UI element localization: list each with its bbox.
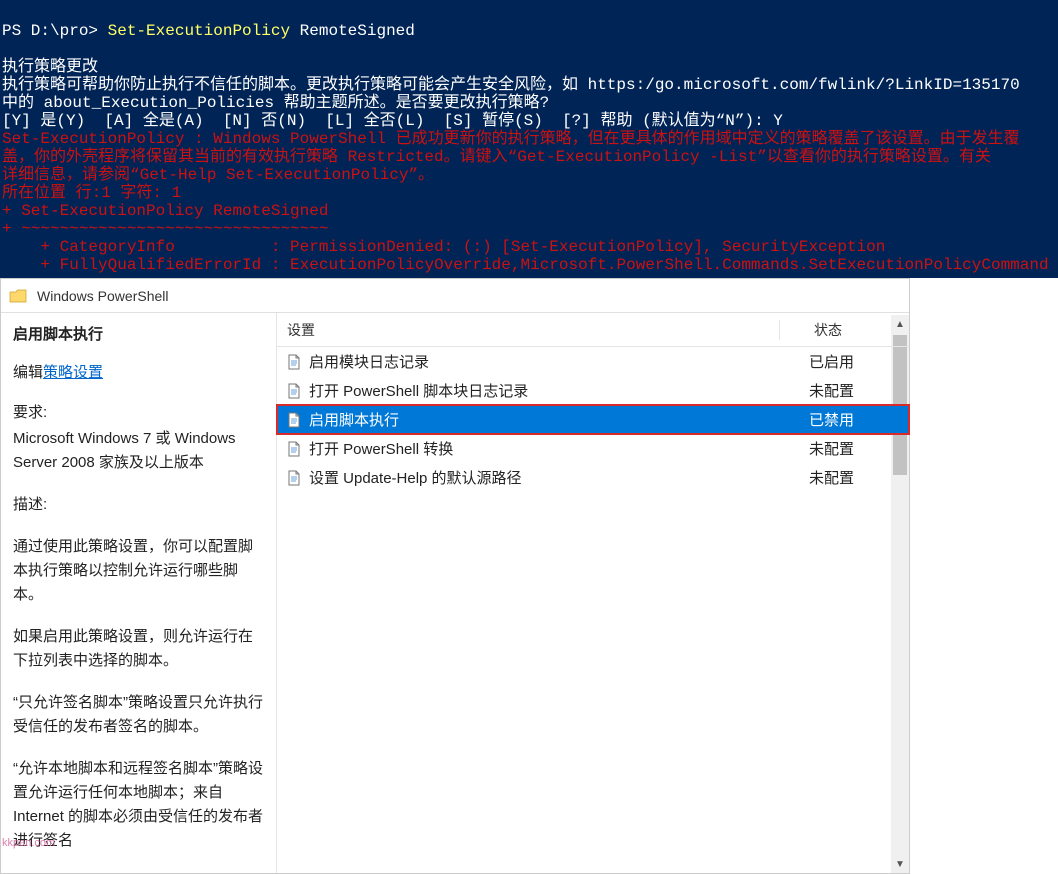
gp-column-headers: 设置 状态 xyxy=(277,313,909,347)
folder-icon xyxy=(9,289,27,303)
gp-rows-list: 启用模块日志记录已启用打开 PowerShell 脚本块日志记录未配置启用脚本执… xyxy=(277,347,909,492)
gp-row-3[interactable]: 打开 PowerShell 转换 未配置 xyxy=(277,434,909,463)
gp-row-state: 已启用 xyxy=(779,351,909,372)
error-tilde: + ~~~~~~~~~~~~~~~~~~~~~~~~~~~~~~~~ xyxy=(2,220,328,238)
error-line-2: 盖，你的外壳程序将保留其当前的有效执行策略 Restricted。请键入“Get… xyxy=(2,148,991,166)
gp-row-setting: 打开 PowerShell 转换 xyxy=(277,438,779,459)
gp-right-pane: 设置 状态 启用模块日志记录已启用打开 PowerShell 脚本块日志记录未配… xyxy=(276,313,909,873)
gp-row-label: 启用脚本执行 xyxy=(309,409,399,430)
gp-row-2[interactable]: 启用脚本执行 已禁用 xyxy=(277,405,909,434)
gp-row-4[interactable]: 设置 Update-Help 的默认源路径 未配置 xyxy=(277,463,909,492)
gp-row-state: 未配置 xyxy=(779,467,909,488)
error-line-3: 详细信息，请参阅“Get-Help Set-ExecutionPolicy”。 xyxy=(2,166,434,184)
policy-doc-icon xyxy=(287,354,301,370)
gp-req-label: 要求: xyxy=(13,401,264,425)
policy-change-body-2: 中的 about_Execution_Policies 帮助主题所述。是否要更改… xyxy=(2,94,549,112)
gp-desc-p3: “只允许签名脚本”策略设置只允许执行受信任的发布者签名的脚本。 xyxy=(13,691,264,739)
gp-edit-link[interactable]: 策略设置 xyxy=(43,364,103,381)
policy-change-heading: 执行策略更改 xyxy=(2,58,98,76)
gp-desc-label: 描述: xyxy=(13,493,264,517)
powershell-terminal[interactable]: PS D:\pro> Set-ExecutionPolicy RemoteSig… xyxy=(0,0,1058,278)
col-header-setting[interactable]: 设置 xyxy=(277,320,779,340)
gp-row-label: 设置 Update-Help 的默认源路径 xyxy=(309,467,522,488)
gp-row-setting: 启用模块日志记录 xyxy=(277,351,779,372)
policy-change-choices: [Y] 是(Y) [A] 全是(A) [N] 否(N) [L] 全否(L) [S… xyxy=(2,112,783,130)
gp-row-label: 启用模块日志记录 xyxy=(309,351,429,372)
gp-window-title: Windows PowerShell xyxy=(37,288,169,304)
gp-desc-p2: 如果启用此策略设置，则允许运行在下拉列表中选择的脚本。 xyxy=(13,625,264,673)
gp-edit-prefix: 编辑 xyxy=(13,364,43,381)
gp-title-bar: Windows PowerShell xyxy=(1,279,909,313)
gp-row-state: 已禁用 xyxy=(779,409,909,430)
gp-row-0[interactable]: 启用模块日志记录 已启用 xyxy=(277,347,909,376)
error-fullyqualified: + FullyQualifiedErrorId : ExecutionPolic… xyxy=(2,256,1049,274)
error-line-1: Set-ExecutionPolicy : Windows PowerShell… xyxy=(2,130,1020,148)
gp-row-setting: 启用脚本执行 xyxy=(277,409,779,430)
gp-row-setting: 设置 Update-Help 的默认源路径 xyxy=(277,467,779,488)
gp-row-label: 打开 PowerShell 转换 xyxy=(309,438,453,459)
gp-row-state: 未配置 xyxy=(779,380,909,401)
gp-body: 启用脚本执行 编辑策略设置 要求: Microsoft Windows 7 或 … xyxy=(1,313,909,873)
col-header-state[interactable]: 状态 xyxy=(779,320,909,340)
policy-doc-icon xyxy=(287,441,301,457)
watermark: kkpan.com xyxy=(2,837,55,849)
gp-row-setting: 打开 PowerShell 脚本块日志记录 xyxy=(277,380,779,401)
policy-doc-icon xyxy=(287,383,301,399)
error-location: 所在位置 行:1 字符: 1 xyxy=(2,184,181,202)
error-command-echo: + Set-ExecutionPolicy RemoteSigned xyxy=(2,202,328,220)
policy-change-body-1: 执行策略可帮助你防止执行不信任的脚本。更改执行策略可能会产生安全风险，如 htt… xyxy=(2,76,1020,94)
policy-doc-icon xyxy=(287,470,301,486)
gp-left-pane: 启用脚本执行 编辑策略设置 要求: Microsoft Windows 7 或 … xyxy=(1,313,276,873)
ps-prompt: PS D:\pro> xyxy=(2,22,108,40)
policy-doc-icon xyxy=(287,412,301,428)
gp-req-text: Microsoft Windows 7 或 Windows Server 200… xyxy=(13,427,264,475)
gp-row-state: 未配置 xyxy=(779,438,909,459)
ps-command-arg: RemoteSigned xyxy=(290,22,415,40)
error-categoryinfo: + CategoryInfo : PermissionDenied: (:) [… xyxy=(2,238,885,256)
gp-edit-line: 编辑策略设置 xyxy=(13,361,264,385)
gp-row-label: 打开 PowerShell 脚本块日志记录 xyxy=(309,380,528,401)
gp-policy-name: 启用脚本执行 xyxy=(13,323,264,347)
gp-row-1[interactable]: 打开 PowerShell 脚本块日志记录 未配置 xyxy=(277,376,909,405)
gp-desc-p1: 通过使用此策略设置，你可以配置脚本执行策略以控制允许运行哪些脚本。 xyxy=(13,535,264,607)
group-policy-window: Windows PowerShell 启用脚本执行 编辑策略设置 要求: Mic… xyxy=(0,278,910,874)
ps-command-cmdlet: Set-ExecutionPolicy xyxy=(108,22,290,40)
